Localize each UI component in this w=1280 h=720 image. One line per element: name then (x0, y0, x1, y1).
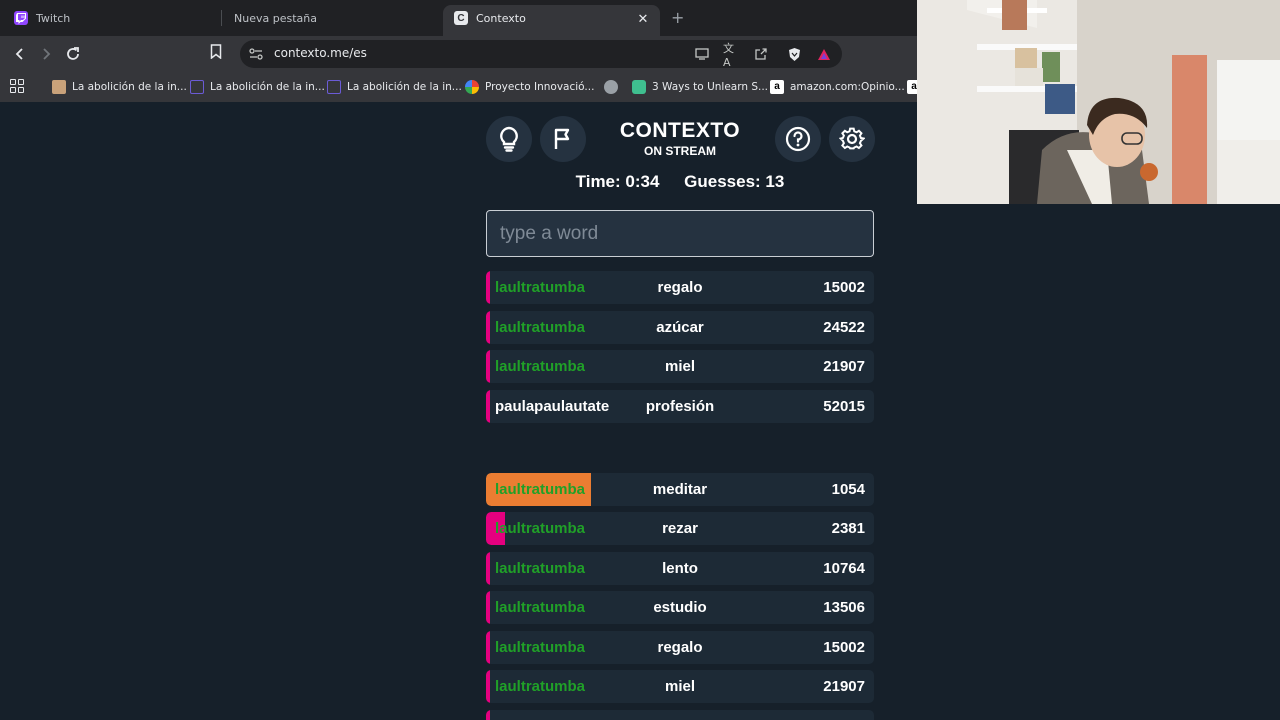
screen: Twitch Nueva pestaña C Contexto ✕ + cont… (0, 0, 1280, 720)
game-title: CONTEXTO (619, 119, 741, 142)
bookmarks-bar: La abolición de la in... La abolición de… (0, 72, 921, 102)
tab-separator (221, 10, 222, 26)
address-bar[interactable]: contexto.me/es 文A (240, 40, 842, 69)
new-tab-button[interactable]: + (671, 8, 684, 27)
reload-icon (67, 47, 79, 60)
tab-bar: Twitch Nueva pestaña C Contexto ✕ + (0, 0, 917, 36)
amazon-icon: a (770, 80, 784, 94)
guess-row: laultratumba regalo 15002 (486, 630, 874, 664)
guess-rank: 21907 (823, 678, 865, 695)
game-stats: Time: 0:34 Guesses: 13 (486, 172, 874, 192)
gear-icon (839, 127, 865, 150)
bookmark-favicon-icon (327, 80, 341, 94)
guess-rank: 15002 (823, 638, 865, 656)
url-text: contexto.me/es (274, 46, 367, 60)
guess-word: miel (664, 358, 695, 375)
guess-word: regalo (657, 638, 703, 656)
guess-rank: 1054 (831, 481, 865, 498)
translate-icon[interactable]: 文A (723, 42, 739, 69)
bookmark-item[interactable]: 3 Ways to Unlearn S... (632, 78, 768, 96)
tab-twitch[interactable]: Twitch (14, 5, 70, 31)
guess-rank: 52015 (823, 397, 865, 415)
tab-contexto[interactable]: C Contexto ✕ (443, 5, 660, 36)
game-logo: CONTEXTO ON STREAM (600, 119, 760, 158)
guess-row: laultratumba azúcar 24522 (486, 310, 874, 344)
forward-arrow-icon (43, 48, 51, 60)
globe-icon (604, 80, 618, 94)
guess-rank: 13506 (823, 599, 865, 617)
guess-row: laultratumba regalo 15002 (486, 271, 874, 304)
bookmark-favicon-icon (465, 80, 479, 94)
game-subtitle: ON STREAM (644, 144, 716, 158)
guess-rank: 10764 (823, 559, 865, 577)
bookmark-favicon-icon (190, 80, 204, 94)
guess-word: lento (662, 559, 698, 577)
guess-rank: 2381 (831, 520, 865, 538)
guess-row: laultratumba rezar 2381 (486, 512, 874, 546)
contexto-icon: C (454, 11, 468, 25)
browser-chrome: Twitch Nueva pestaña C Contexto ✕ + cont… (0, 0, 921, 102)
bookmark-item[interactable] (604, 78, 624, 96)
guess-word: estudio (653, 599, 707, 617)
give-up-button[interactable] (540, 116, 586, 162)
guess-row: laultratumba meditar 1054 (486, 473, 874, 506)
time-counter: Time: 0:34 (575, 172, 660, 191)
guess-row: paulapaulautate profesión 52015 (486, 389, 874, 423)
bookmark-item[interactable]: La abolición de la in... (327, 78, 462, 96)
flag-icon (554, 128, 570, 149)
share-icon[interactable] (753, 46, 769, 62)
guess-word: azúcar (656, 318, 704, 336)
webcam-overlay (917, 0, 1280, 204)
toolbar: contexto.me/es 文A (0, 36, 917, 72)
guess-word: miel (664, 678, 695, 695)
tab-label: Nueva pestaña (234, 11, 317, 25)
bookmark-page-icon[interactable] (210, 44, 222, 63)
bookmark-favicon-icon (632, 80, 646, 94)
bookmark-item[interactable]: La abolición de la in... (52, 78, 187, 96)
guess-rank: 24522 (823, 318, 865, 336)
bookmark-item[interactable]: Proyecto Innovació... (465, 78, 594, 96)
help-icon (785, 126, 811, 152)
help-button[interactable] (775, 116, 821, 162)
word-input[interactable] (486, 210, 874, 257)
twitch-icon (14, 11, 28, 25)
bookmark-favicon-icon (52, 80, 66, 94)
lightbulb-icon (500, 126, 518, 152)
guess-row: laultratumba miel 21907 (486, 350, 874, 383)
guess-rank: 15002 (823, 279, 865, 296)
brave-shield-icon[interactable] (786, 46, 802, 62)
guess-row: laultratumba miel 21907 (486, 670, 874, 703)
guess-row: laultratumba estudio 13506 (486, 591, 874, 625)
tab-label: Twitch (36, 11, 71, 25)
tab-new-tab[interactable]: Nueva pestaña (234, 5, 317, 31)
bookmark-item[interactable]: a amazon.com:Opinio... (770, 78, 905, 96)
back-button[interactable] (10, 44, 30, 64)
guess-row: laultratumba lento 10764 (486, 551, 874, 585)
reload-button[interactable] (63, 44, 83, 64)
guess-word: profesión (645, 397, 715, 415)
forward-button[interactable] (36, 44, 56, 64)
brave-rewards-icon[interactable] (816, 46, 832, 62)
guess-word: meditar (652, 481, 708, 498)
cast-icon[interactable] (694, 46, 710, 62)
back-arrow-icon (15, 48, 23, 60)
guess-word: regalo (657, 279, 703, 296)
site-settings-icon[interactable] (248, 46, 264, 62)
guess-rank: 21907 (823, 358, 865, 375)
tab-label: Contexto (476, 11, 526, 25)
close-icon[interactable]: ✕ (635, 12, 651, 28)
guess-word: rezar (662, 520, 698, 538)
bookmark-item[interactable]: La abolición de la in... (190, 78, 325, 96)
webcam-feed-image (917, 0, 1280, 204)
apps-grid-icon[interactable] (10, 79, 26, 95)
rank-bar (486, 710, 490, 720)
guesses-counter: Guesses: 13 (684, 172, 785, 191)
settings-button[interactable] (829, 116, 875, 162)
hint-button[interactable] (486, 116, 532, 162)
guess-row-partial (486, 710, 874, 720)
